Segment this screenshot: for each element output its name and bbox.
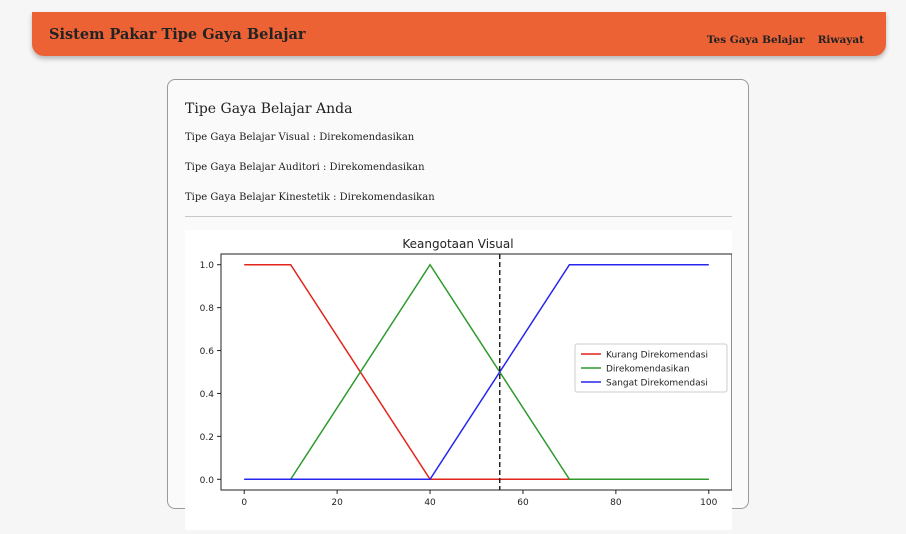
y-tick-label: 0.2 [200, 433, 214, 443]
nav-link-tes-gaya-belajar[interactable]: Tes Gaya Belajar [707, 34, 805, 46]
x-tick-label: 20 [331, 498, 343, 508]
result-card: Tipe Gaya Belajar Anda Tipe Gaya Belajar… [167, 79, 749, 530]
chart-svg: Keangotaan Visual 0.0 0.2 0.4 0.6 0.8 1.0 0 20… [200, 237, 733, 508]
y-tick-label: 0.8 [200, 304, 215, 314]
legend-label: Direkomendasikan [606, 365, 690, 375]
x-tick-label: 60 [517, 498, 529, 508]
x-tick-label: 80 [610, 498, 622, 508]
x-axis: 0 20 40 60 80 100 [241, 490, 718, 508]
legend: Kurang Direkomendasi Direkomendasikan Sang… [574, 343, 728, 393]
y-tick-label: 0.4 [200, 390, 215, 400]
navbar: Sistem Pakar Tipe Gaya Belajar Tes Gaya … [32, 12, 886, 56]
chart-title: Keangotaan Visual [402, 237, 513, 251]
result-title: Tipe Gaya Belajar Anda [185, 101, 353, 117]
result-auditori: Tipe Gaya Belajar Auditori : Direkomenda… [185, 162, 425, 173]
brand-title[interactable]: Sistem Pakar Tipe Gaya Belajar [49, 26, 306, 43]
result-kinestetik: Tipe Gaya Belajar Kinestetik : Direkomen… [185, 192, 435, 203]
x-tick-label: 100 [700, 498, 717, 508]
y-tick-label: 0.0 [200, 476, 215, 486]
nav-links: Tes Gaya Belajar Riwayat [699, 28, 864, 47]
y-axis: 0.0 0.2 0.4 0.6 0.8 1.0 [200, 261, 221, 486]
y-tick-label: 1.0 [200, 261, 215, 271]
nav-link-riwayat[interactable]: Riwayat [818, 34, 864, 46]
x-tick-label: 0 [241, 498, 247, 508]
x-tick-label: 40 [424, 498, 436, 508]
divider [185, 216, 732, 217]
result-visual: Tipe Gaya Belajar Visual : Direkomendasi… [185, 132, 415, 143]
membership-chart: Keangotaan Visual 0.0 0.2 0.4 0.6 0.8 1.0 0 20… [185, 230, 733, 530]
legend-label: Kurang Direkomendasi [606, 351, 708, 361]
y-tick-label: 0.6 [200, 347, 215, 357]
legend-label: Sangat Direkomendasi [606, 379, 708, 389]
